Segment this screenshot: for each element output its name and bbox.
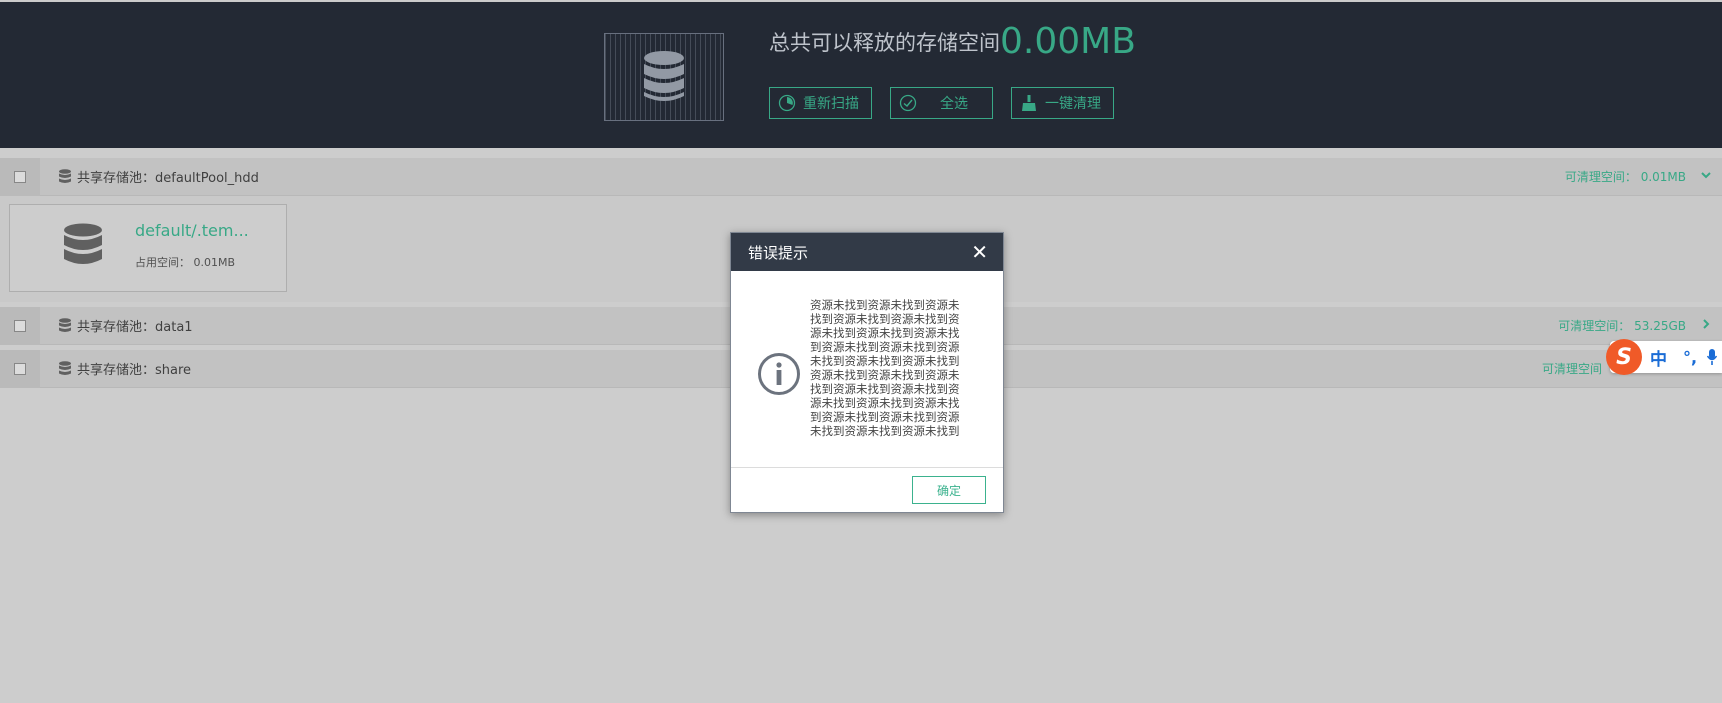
- ime-language-toggle[interactable]: 中: [1650, 345, 1667, 370]
- sogou-logo-icon[interactable]: S: [1606, 339, 1642, 375]
- ime-punctuation-toggle[interactable]: °,: [1683, 348, 1697, 367]
- dialog-footer: 确定: [731, 467, 1003, 512]
- close-icon[interactable]: ✕: [971, 241, 988, 263]
- dialog-header: 错误提示 ✕: [731, 233, 1003, 271]
- dialog-message: 资源未找到资源未找到资源未找到资源未找到资源未找到资源未找到资源未找到资源未找到…: [810, 298, 960, 438]
- ok-button[interactable]: 确定: [912, 476, 986, 504]
- error-dialog: 错误提示 ✕ 资源未找到资源未找到资源未找到资源未找到资源未找到资源未找到资源未…: [730, 232, 1004, 513]
- dialog-title: 错误提示: [748, 243, 809, 262]
- info-icon: [757, 352, 801, 400]
- ime-toolbar[interactable]: S 中 °,: [1606, 339, 1722, 375]
- microphone-icon[interactable]: [1707, 348, 1718, 366]
- dialog-body: 资源未找到资源未找到资源未找到资源未找到资源未找到资源未找到资源未找到资源未找到…: [731, 271, 1003, 467]
